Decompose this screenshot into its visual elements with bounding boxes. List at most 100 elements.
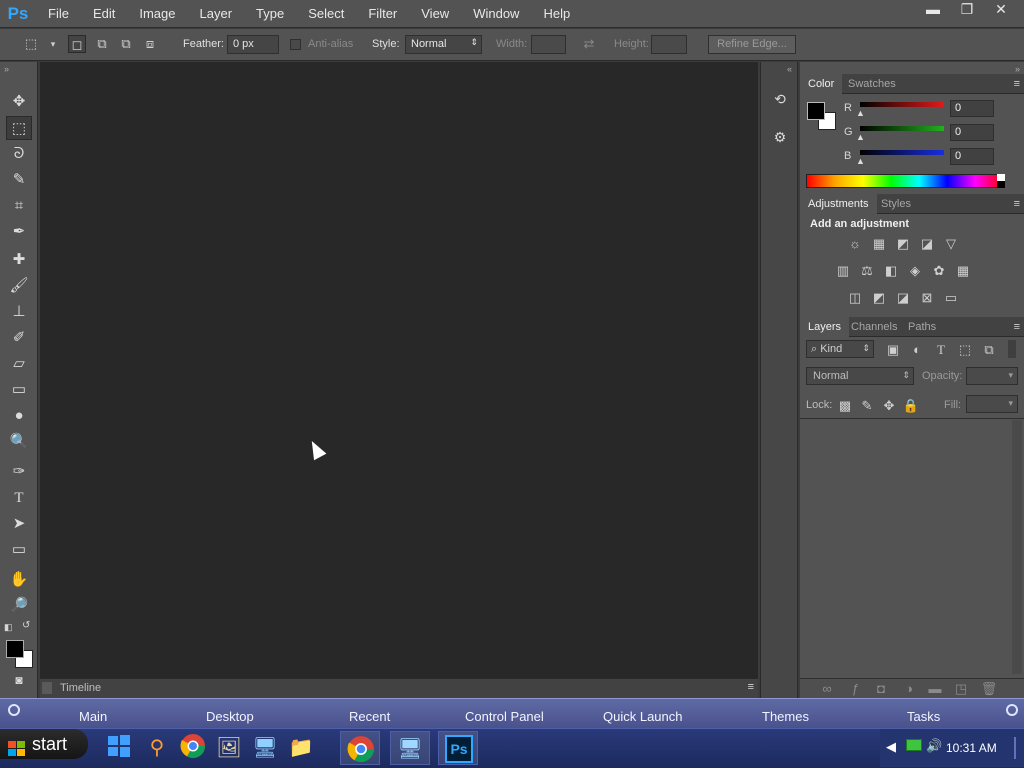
lock-position-icon[interactable]: ✥ [880,398,898,414]
fx-icon[interactable]: ƒ [846,681,864,697]
launcher-right-knob[interactable] [1006,704,1018,716]
document-canvas-area[interactable] [40,62,758,678]
pixel-filter-icon[interactable]: ▣ [884,342,902,358]
subtract-selection-icon[interactable]: ⧉ [117,35,135,53]
crop-tool-icon[interactable]: ⌗ [6,194,32,218]
stamp-tool-icon[interactable]: ⊥ [6,300,32,324]
history-panel-icon[interactable]: ⟲ [769,88,791,110]
move-tool-icon[interactable]: ✥ [6,90,32,114]
opacity-input[interactable]: ▾ [966,367,1018,385]
swap-icon[interactable]: ⇄ [580,35,598,53]
marquee-tool-icon[interactable]: ⬚ [6,116,32,140]
swap-colors-icon[interactable]: ↺ [22,620,30,631]
white-ramp-swatch[interactable] [997,174,1005,181]
launcher-recent[interactable]: Recent [349,709,390,724]
taskbar-button-desktop[interactable]: 🖥 [390,731,430,765]
blur-tool-icon[interactable]: ● [6,404,32,428]
zoom-tool-icon[interactable]: 🔎 [6,594,32,618]
panel-menu-icon[interactable]: ≡ [1014,194,1020,214]
lock-pixels-icon[interactable]: ✎ [858,398,876,414]
threshold-icon[interactable]: ◪ [894,290,912,306]
lock-all-icon[interactable]: 🔒 [902,398,920,414]
menu-edit[interactable]: Edit [81,0,127,28]
launcher-tasks[interactable]: Tasks [907,709,940,724]
menu-view[interactable]: View [409,0,461,28]
red-value-input[interactable]: 0 [950,100,994,117]
width-input[interactable] [531,35,566,54]
tab-adjustments[interactable]: Adjustments [800,194,877,214]
volume-icon[interactable]: 🔊 [926,738,942,754]
minimize-button[interactable]: ▬ [916,0,950,20]
lasso-tool-icon[interactable]: ᘐ [6,142,32,166]
quick-selection-tool-icon[interactable]: ✎ [6,168,32,192]
default-colors-icon[interactable]: ◧ [4,622,13,633]
expand-icon[interactable]: « [787,64,792,74]
panel-menu-icon[interactable]: ≡ [748,681,754,693]
vibrance-icon[interactable]: ▽ [942,236,960,252]
lock-transparency-icon[interactable]: ▩ [836,398,854,414]
timeline-grip[interactable] [42,682,52,694]
launcher-quick-launch[interactable]: Quick Launch [603,709,683,724]
brightness-icon[interactable]: ☼ [846,236,864,252]
color-lookup-icon[interactable]: ▦ [954,263,972,279]
smart-object-filter-icon[interactable]: ⧉ [980,342,998,358]
shape-filter-icon[interactable]: ⬚ [956,342,974,358]
new-adjustment-icon[interactable]: ◑ [900,681,918,697]
menu-layer[interactable]: Layer [188,0,245,28]
invert-icon[interactable]: ◫ [846,290,864,306]
blend-mode-select[interactable]: Normal ⇕ [806,367,914,385]
healing-brush-tool-icon[interactable]: ✚ [6,248,32,272]
marquee-preset-icon[interactable]: ⬚ [22,35,40,53]
color-spectrum-ramp[interactable] [806,174,1004,188]
panel-menu-icon[interactable]: ≡ [1014,74,1020,94]
taskbar-button-chrome[interactable] [340,731,380,765]
link-layers-icon[interactable]: ∞ [818,681,836,697]
menu-image[interactable]: Image [127,0,187,28]
taskbar-button-photoshop[interactable]: Ps [438,731,478,765]
hue-saturation-icon[interactable]: ▥ [834,263,852,279]
blue-slider[interactable] [860,150,944,155]
back-icon[interactable]: ◀ [886,739,896,755]
search-icon[interactable]: ⚲ [142,733,172,763]
menu-select[interactable]: Select [296,0,356,28]
eyedropper-tool-icon[interactable]: ✒ [6,220,32,244]
filter-toggle[interactable] [1008,340,1016,358]
eraser-tool-icon[interactable]: ▱ [6,352,32,376]
antialias-checkbox[interactable] [290,39,301,50]
type-filter-icon[interactable]: T [932,342,950,358]
launcher-main[interactable]: Main [79,709,107,724]
photo-filter-icon[interactable]: ◈ [906,263,924,279]
photo-viewer-icon[interactable]: 🖼 [214,733,244,763]
dodge-tool-icon[interactable]: 🔍 [6,430,32,454]
new-selection-icon[interactable]: ◻ [68,35,86,53]
type-tool-icon[interactable]: T [6,486,32,510]
gradient-tool-icon[interactable]: ▭ [6,378,32,402]
selective-color-icon[interactable]: ⊠ [918,290,936,306]
slider-thumb-icon[interactable]: ▲ [856,132,865,142]
black-white-icon[interactable]: ◧ [882,263,900,279]
levels-icon[interactable]: ▦ [870,236,888,252]
pen-tool-icon[interactable]: ✑ [6,460,32,484]
style-select[interactable]: Normal ⇕ [405,35,482,54]
menu-filter[interactable]: Filter [356,0,409,28]
menu-help[interactable]: Help [531,0,582,28]
chrome-icon[interactable] [178,733,208,763]
channel-mixer-icon[interactable]: ✿ [930,263,948,279]
adjustment-filter-icon[interactable]: ◐ [908,342,926,358]
menu-window[interactable]: Window [461,0,531,28]
brush-tool-icon[interactable]: 🖌 [6,274,32,298]
slider-thumb-icon[interactable]: ▲ [856,156,865,166]
menu-type[interactable]: Type [244,0,296,28]
rectangle-tool-icon[interactable]: ▭ [6,538,32,562]
show-desktop-button[interactable] [1014,737,1016,759]
collapse-icon[interactable]: » [4,64,9,74]
posterize-icon[interactable]: ◩ [870,290,888,306]
properties-panel-icon[interactable]: ⚙ [769,126,791,148]
hand-tool-icon[interactable]: ✋ [6,568,32,592]
layers-scrollbar[interactable] [1012,420,1022,674]
red-slider[interactable] [860,102,944,107]
green-slider[interactable] [860,126,944,131]
history-brush-tool-icon[interactable]: ✐ [6,326,32,350]
add-selection-icon[interactable]: ⧉ [93,35,111,53]
launcher-control-panel[interactable]: Control Panel [465,709,544,724]
